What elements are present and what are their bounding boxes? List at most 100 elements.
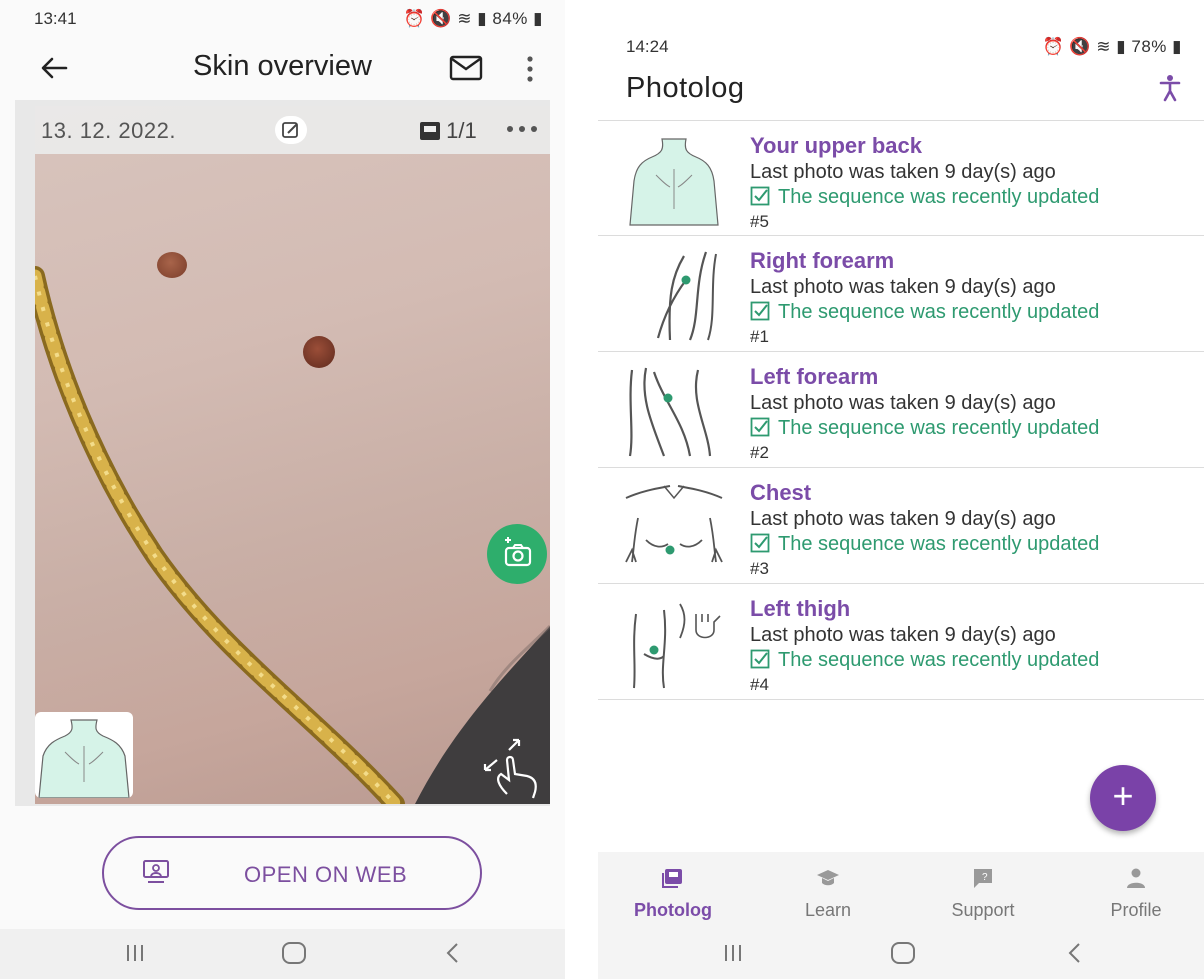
tab-profile[interactable]: Profile — [1061, 852, 1204, 929]
open-on-web-label: OPEN ON WEB — [244, 862, 408, 887]
item-status: The sequence was recently updated — [750, 649, 1099, 672]
item-number: #5 — [750, 212, 769, 231]
alarm-icon: ⏰ — [403, 9, 426, 28]
photo-counter: 1/1 — [420, 118, 477, 144]
chest-icon — [625, 485, 723, 563]
mole-upper[interactable] — [157, 252, 187, 278]
tab-label: Profile — [1110, 900, 1162, 920]
camera-plus-icon — [504, 537, 532, 567]
item-status-label: The sequence was recently updated — [778, 301, 1100, 323]
desktop-icon — [143, 860, 169, 883]
item-status-label: The sequence was recently updated — [778, 417, 1100, 439]
recent-apps-icon[interactable] — [718, 939, 748, 967]
list-item[interactable]: Right forearm Last photo was taken 9 day… — [598, 236, 1204, 352]
status-bar: 13:41 ⏰ 🔇 ≋ ▮ 84% ▮ — [0, 0, 565, 40]
checkbox-check-icon — [750, 533, 770, 553]
add-button[interactable]: + — [1090, 765, 1156, 831]
item-status: The sequence was recently updated — [750, 533, 1099, 556]
gallery-icon — [420, 122, 440, 140]
more-vertical-icon[interactable] — [520, 52, 540, 86]
right-forearm-icon — [656, 251, 717, 341]
top-app-bar: Skin overview — [0, 38, 565, 100]
pinch-zoom-icon — [483, 738, 537, 799]
tab-learn[interactable]: Learn — [753, 852, 903, 929]
item-status: The sequence was recently updated — [750, 301, 1099, 324]
plus-icon: + — [1112, 775, 1134, 816]
signal-icon: ▮ — [477, 9, 488, 28]
back-nav-icon[interactable] — [1060, 939, 1090, 967]
status-indicators: ⏰ 🔇 ≋ ▮ 84% ▮ — [403, 9, 543, 29]
photo-date: 13. 12. 2022. — [41, 118, 176, 143]
skin-photo[interactable]: 13. 12. 2022. 1/1 — [35, 106, 550, 804]
status-bar: 14:24 ⏰ 🔇 ≋ ▮ 78% ▮ — [598, 28, 1204, 68]
svg-text:?: ? — [982, 872, 988, 883]
item-subtitle: Last photo was taken 9 day(s) ago — [750, 392, 1056, 414]
item-title: Chest — [750, 480, 812, 505]
item-title: Left thigh — [750, 596, 851, 621]
photo-card: 13. 12. 2022. 1/1 — [15, 100, 550, 806]
tab-support[interactable]: ? Support — [908, 852, 1058, 929]
item-number: #4 — [750, 675, 769, 694]
item-number: #2 — [750, 443, 769, 462]
photo-info-bar: 13. 12. 2022. 1/1 — [35, 106, 550, 154]
checkbox-check-icon — [750, 186, 770, 206]
status-time: 14:24 — [626, 37, 669, 56]
item-number: #3 — [750, 559, 769, 578]
photolog-icon — [662, 869, 682, 888]
tab-label: Photolog — [634, 900, 712, 920]
wifi-icon: ≋ — [457, 9, 473, 28]
support-chat-icon: ? — [974, 869, 992, 888]
mole-lower[interactable] — [303, 336, 335, 368]
checkbox-check-icon — [750, 301, 770, 321]
item-subtitle: Last photo was taken 9 day(s) ago — [750, 161, 1056, 183]
tab-label: Support — [951, 900, 1015, 920]
battery-icon: ▮ — [1172, 37, 1182, 56]
body-map-icon[interactable] — [1158, 74, 1182, 102]
more-horizontal-icon[interactable] — [502, 116, 542, 142]
list-item[interactable]: Left thigh Last photo was taken 9 day(s)… — [598, 584, 1204, 700]
add-photo-button[interactable] — [487, 524, 547, 584]
system-nav-bar — [0, 929, 565, 979]
item-status-label: The sequence was recently updated — [778, 186, 1100, 208]
mute-icon: 🔇 — [430, 9, 453, 28]
status-indicators: ⏰ 🔇 ≋ ▮ 78% ▮ — [1042, 37, 1182, 57]
left-forearm-icon — [628, 367, 712, 457]
home-icon[interactable] — [888, 939, 918, 967]
left-thigh-icon — [633, 603, 721, 689]
photo-count: 1/1 — [446, 118, 477, 143]
item-subtitle: Last photo was taken 9 day(s) ago — [750, 624, 1056, 646]
list-item[interactable]: Chest Last photo was taken 9 day(s) ago … — [598, 468, 1204, 584]
checkbox-check-icon — [750, 417, 770, 437]
open-on-web-button[interactable]: OPEN ON WEB — [102, 836, 482, 910]
checkbox-check-icon — [750, 649, 770, 669]
item-status-label: The sequence was recently updated — [778, 533, 1100, 555]
upper-back-icon — [38, 719, 130, 798]
recent-apps-icon[interactable] — [120, 939, 150, 967]
item-status: The sequence was recently updated — [750, 186, 1099, 209]
photolog-screen: 14:24 ⏰ 🔇 ≋ ▮ 78% ▮ Photolog Your upper … — [598, 0, 1204, 979]
page-title: Photolog — [626, 72, 745, 104]
item-subtitle: Last photo was taken 9 day(s) ago — [750, 276, 1056, 298]
battery-percent: 84% — [492, 9, 528, 28]
item-status: The sequence was recently updated — [750, 417, 1099, 440]
alarm-icon: ⏰ — [1042, 37, 1065, 56]
upper-back-icon — [629, 138, 719, 226]
body-location-thumbnail[interactable] — [35, 712, 133, 798]
status-time: 13:41 — [34, 9, 77, 28]
item-subtitle: Last photo was taken 9 day(s) ago — [750, 508, 1056, 530]
edit-icon[interactable] — [275, 116, 307, 144]
wifi-icon: ≋ — [1096, 37, 1112, 56]
tab-label: Learn — [804, 900, 852, 920]
list-item[interactable]: Your upper back Last photo was taken 9 d… — [598, 120, 1204, 236]
list-item[interactable]: Left forearm Last photo was taken 9 day(… — [598, 352, 1204, 468]
item-title: Right forearm — [750, 248, 895, 273]
home-icon[interactable] — [279, 939, 309, 967]
graduation-cap-icon — [817, 870, 839, 886]
signal-icon: ▮ — [1116, 37, 1127, 56]
item-title: Your upper back — [750, 133, 922, 158]
mail-icon[interactable] — [448, 54, 484, 82]
system-nav-bar — [598, 929, 1204, 979]
back-nav-icon[interactable] — [438, 939, 468, 967]
bottom-tab-bar: Photolog Learn ? Support Profile — [598, 852, 1204, 929]
tab-photolog[interactable]: Photolog — [598, 852, 748, 929]
